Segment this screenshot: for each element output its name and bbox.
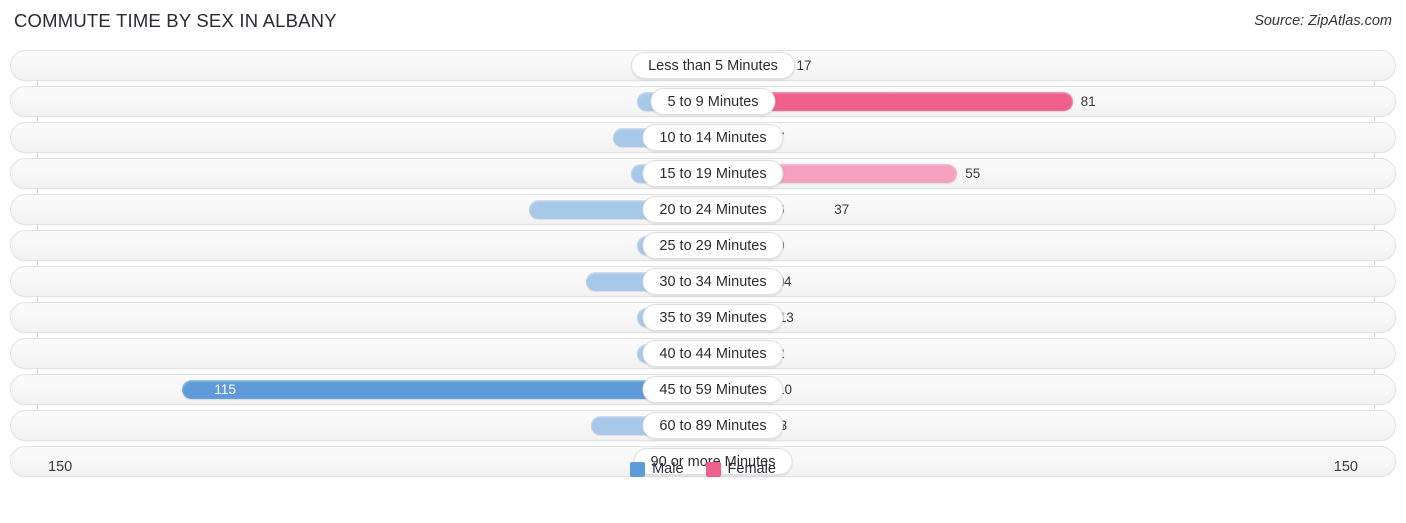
value-label-female: 17 (796, 58, 812, 73)
category-label-pill[interactable]: 25 to 29 Minutes (642, 232, 784, 259)
bar-row: 017Less than 5 Minutes (10, 50, 1396, 81)
bar-row: 115 10 45 to 59 Minutes (10, 374, 1396, 405)
bar-row: 01335 to 39 Minutes (10, 302, 1396, 333)
category-label-pill[interactable]: 20 to 24 Minutes (642, 196, 784, 223)
plot-area: 017Less than 5 Minutes0815 to 9 Minutes1… (10, 50, 1396, 487)
category-label-pill[interactable]: 40 to 44 Minutes (642, 340, 784, 367)
legend-swatch-male (630, 461, 646, 477)
source-attribution: Source: ZipAtlas.com (1254, 13, 1392, 29)
category-label-pill[interactable]: Less than 5 Minutes (631, 52, 795, 79)
category-label-pill[interactable]: 5 to 9 Minutes (650, 88, 776, 115)
value-label-female: 10 (777, 382, 793, 397)
value-label-female: 55 (965, 166, 981, 181)
bar-row: 37620 to 24 Minutes (10, 194, 1396, 225)
value-label-male: 115 (214, 382, 236, 397)
category-label-pill[interactable]: 45 to 59 Minutes (642, 376, 784, 403)
legend-item-male[interactable]: Male (630, 461, 684, 477)
value-label-female: 0 (777, 266, 837, 297)
value-label-female: 2 (777, 338, 837, 369)
category-label-pill[interactable]: 60 to 89 Minutes (642, 412, 784, 439)
bar-row: 6025 to 29 Minutes (10, 230, 1396, 261)
value-label-female: 6 (777, 194, 837, 225)
value-label-female: 5 (777, 410, 837, 441)
value-label-female: 81 (1080, 94, 1096, 109)
legend-swatch-female (705, 461, 721, 477)
bar-row: 145515 to 19 Minutes (10, 158, 1396, 189)
bar-row: 24030 to 34 Minutes (10, 266, 1396, 297)
category-label-pill[interactable]: 30 to 34 Minutes (642, 268, 784, 295)
bar-row: 0815 to 9 Minutes (10, 86, 1396, 117)
legend: Male Female (10, 461, 1396, 477)
page-title: COMMUTE TIME BY SEX IN ALBANY (14, 10, 337, 31)
value-label-female: 0 (777, 230, 837, 261)
category-label-pill[interactable]: 10 to 14 Minutes (642, 124, 784, 151)
category-label-pill[interactable]: 15 to 19 Minutes (642, 160, 784, 187)
chart-page: COMMUTE TIME BY SEX IN ALBANY Source: Zi… (0, 0, 1406, 523)
value-label-female: 7 (777, 122, 837, 153)
legend-item-female[interactable]: Female (705, 461, 776, 477)
bar-row: 23560 to 89 Minutes (10, 410, 1396, 441)
legend-label-female: Female (727, 461, 776, 477)
category-label-pill[interactable]: 35 to 39 Minutes (642, 304, 784, 331)
legend-label-male: Male (652, 461, 684, 477)
bar-row: 18710 to 14 Minutes (10, 122, 1396, 153)
bar-row: 4240 to 44 Minutes (10, 338, 1396, 369)
value-label-female: 13 (778, 310, 794, 325)
